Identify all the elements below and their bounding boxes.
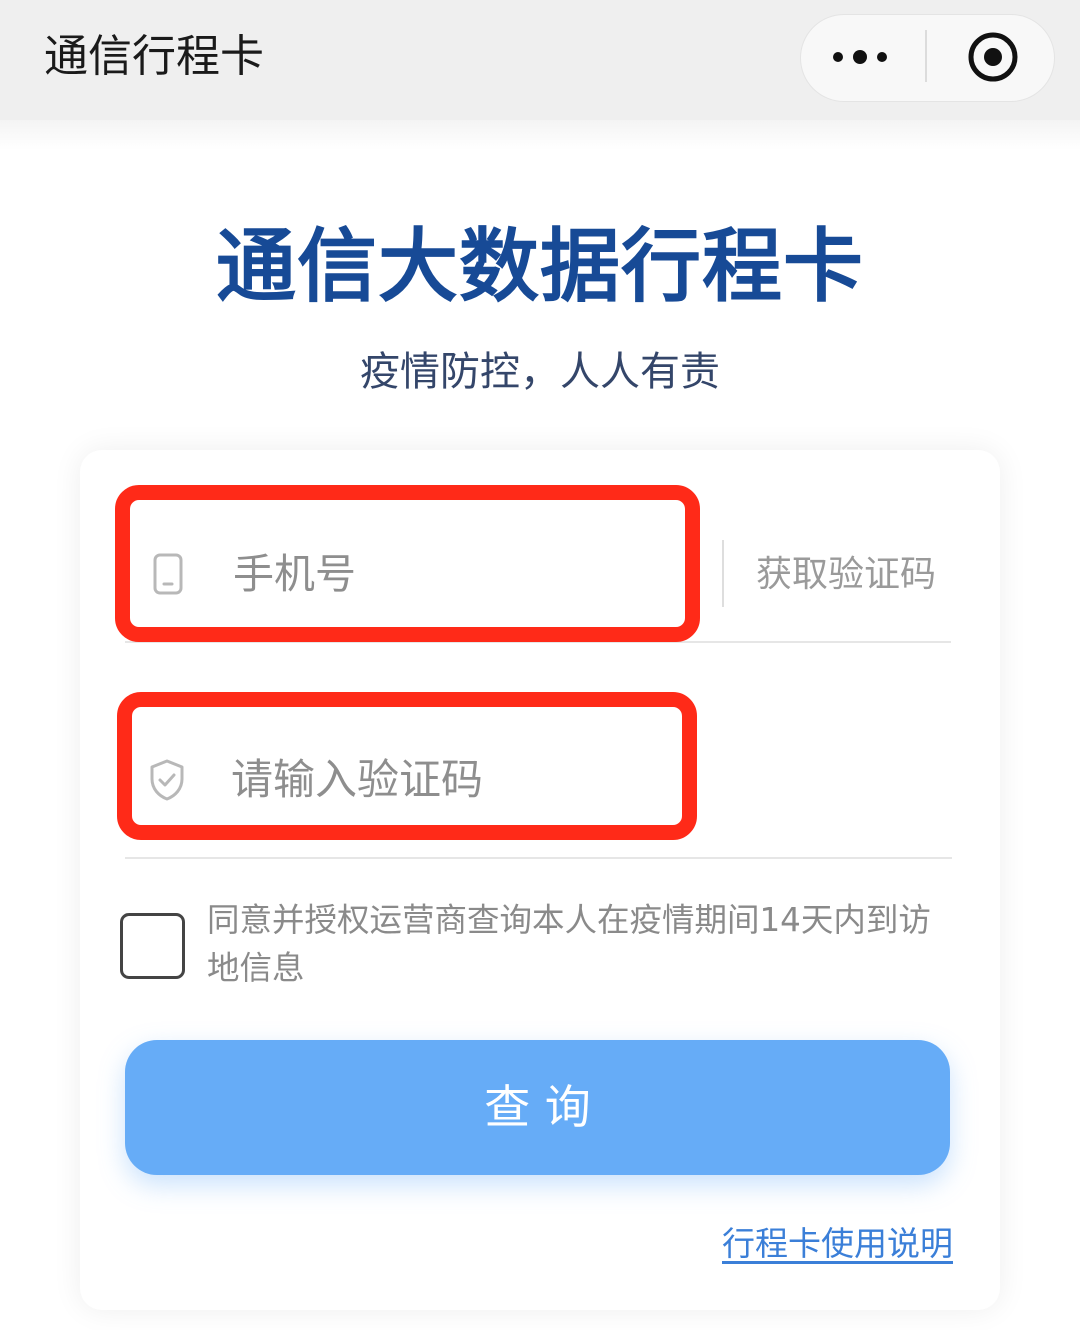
- phone-icon: [153, 553, 183, 595]
- get-code-divider: [722, 540, 724, 607]
- more-dots-icon: [833, 50, 887, 64]
- capsule-divider: [925, 30, 927, 82]
- target-icon: [968, 32, 1018, 82]
- query-button[interactable]: 查 询: [125, 1040, 950, 1175]
- consent-checkbox[interactable]: [120, 913, 185, 979]
- consent-text: 同意并授权运营商查询本人在疫情期间14天内到访地信息: [207, 901, 931, 987]
- navbar-shadow: [0, 120, 1080, 150]
- navbar-title: 通信行程卡: [44, 31, 264, 82]
- shield-check-icon: [150, 759, 184, 801]
- more-button[interactable]: [826, 36, 894, 78]
- page-title: 通信大数据行程卡: [216, 220, 864, 313]
- page-subtitle: 疫情防控，人人有责: [360, 349, 720, 395]
- phone-input[interactable]: [233, 545, 683, 603]
- verification-code-input[interactable]: [231, 750, 681, 808]
- phone-underline: [125, 641, 951, 643]
- close-button[interactable]: [962, 26, 1024, 88]
- get-code-button[interactable]: 获取验证码: [756, 548, 956, 602]
- usage-instructions-link[interactable]: 行程卡使用说明: [700, 1221, 953, 1267]
- code-underline: [125, 857, 952, 859]
